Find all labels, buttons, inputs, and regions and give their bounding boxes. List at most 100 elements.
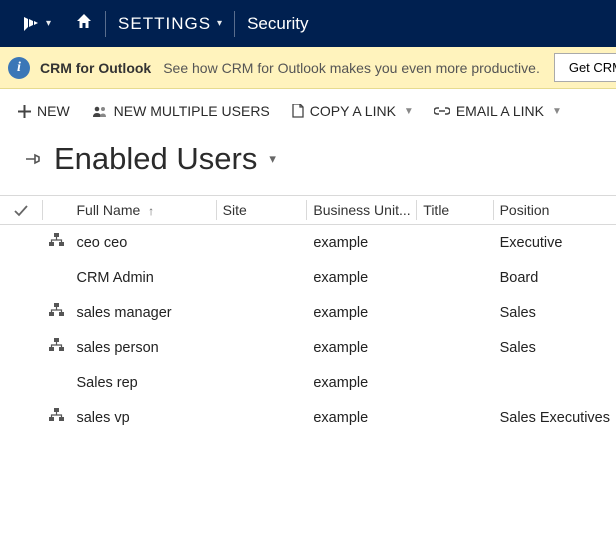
cell-site xyxy=(217,330,308,365)
cell-site xyxy=(217,295,308,330)
cell-full-name[interactable]: ceo ceo xyxy=(70,225,216,261)
cell-position[interactable]: Executive xyxy=(494,225,616,261)
home-icon xyxy=(75,12,93,35)
new-multiple-users-button[interactable]: NEW MULTIPLE USERS xyxy=(92,103,270,119)
crm-outlook-banner: i CRM for Outlook See how CRM for Outloo… xyxy=(0,47,616,89)
column-label: Site xyxy=(223,202,247,218)
cell-position[interactable]: Sales Executives xyxy=(494,400,616,435)
email-link-button[interactable]: EMAIL A LINK xyxy=(434,103,544,119)
users-icon xyxy=(92,105,108,118)
cell-position[interactable]: Sales xyxy=(494,330,616,365)
table-row[interactable]: Sales rep example xyxy=(0,365,616,400)
cell-title xyxy=(417,365,493,400)
sort-asc-icon: ↑ xyxy=(148,204,154,218)
cell-site xyxy=(217,365,308,400)
org-chart-icon xyxy=(49,338,64,353)
row-icon-cell xyxy=(43,225,71,261)
cell-title xyxy=(417,225,493,261)
document-icon xyxy=(292,104,304,118)
row-icon-cell xyxy=(43,295,71,330)
nav-settings-label: SETTINGS xyxy=(118,14,211,34)
column-header-position[interactable]: Position xyxy=(494,196,616,225)
nav-area-settings[interactable]: SETTINGS ▾ xyxy=(106,0,234,47)
column-label: Business Unit... xyxy=(313,202,410,218)
table-row[interactable]: ceo ceo example Executive xyxy=(0,225,616,261)
row-icon-cell xyxy=(43,330,71,365)
new-label: NEW xyxy=(37,103,70,119)
cell-position[interactable]: Board xyxy=(494,260,616,295)
view-selector-dropdown[interactable]: ▾ xyxy=(269,151,276,167)
nav-subarea-security[interactable]: Security xyxy=(235,0,320,47)
org-chart-icon xyxy=(49,303,64,318)
column-header-fullname[interactable]: Full Name ↑ xyxy=(70,196,216,225)
banner-title: CRM for Outlook xyxy=(40,60,151,76)
link-icon xyxy=(434,106,450,116)
cell-business-unit[interactable]: example xyxy=(307,225,417,261)
email-link-label: EMAIL A LINK xyxy=(456,103,544,119)
cell-business-unit[interactable]: example xyxy=(307,400,417,435)
info-icon: i xyxy=(8,57,30,79)
org-chart-icon xyxy=(49,408,64,423)
cell-position[interactable] xyxy=(494,365,616,400)
column-header-site[interactable]: Site xyxy=(217,196,308,225)
row-select-cell[interactable] xyxy=(0,295,43,330)
row-select-cell[interactable] xyxy=(0,365,43,400)
checkmark-icon xyxy=(6,204,37,217)
table-row[interactable]: sales manager example Sales xyxy=(0,295,616,330)
nav-security-label: Security xyxy=(247,14,308,34)
cell-site xyxy=(217,400,308,435)
select-all-header[interactable] xyxy=(0,196,43,225)
org-chart-icon xyxy=(49,233,64,248)
table-row[interactable]: sales person example Sales xyxy=(0,330,616,365)
cell-business-unit[interactable]: example xyxy=(307,365,417,400)
cell-title xyxy=(417,260,493,295)
column-label: Position xyxy=(500,202,550,218)
cell-full-name[interactable]: sales manager xyxy=(70,295,216,330)
cell-full-name[interactable]: sales person xyxy=(70,330,216,365)
column-header-title[interactable]: Title xyxy=(417,196,493,225)
view-header: Enabled Users ▾ xyxy=(0,127,616,195)
new-multiple-label: NEW MULTIPLE USERS xyxy=(114,103,270,119)
dynamics-logo-icon xyxy=(22,15,40,33)
table-row[interactable]: sales vp example Sales Executives xyxy=(0,400,616,435)
copy-link-dropdown[interactable]: ▼ xyxy=(404,106,414,117)
copy-link-button[interactable]: COPY A LINK xyxy=(292,103,396,119)
row-icon-cell xyxy=(43,365,71,400)
cell-full-name[interactable]: Sales rep xyxy=(70,365,216,400)
cell-title xyxy=(417,400,493,435)
chevron-down-icon: ▾ xyxy=(46,18,51,29)
cell-full-name[interactable]: sales vp xyxy=(70,400,216,435)
view-title: Enabled Users xyxy=(54,141,257,177)
row-icon-cell xyxy=(43,260,71,295)
new-button[interactable]: NEW xyxy=(18,103,70,119)
pin-icon[interactable] xyxy=(24,150,42,168)
get-crm-outlook-button[interactable]: Get CRM for Outlook xyxy=(554,53,616,82)
top-nav: ▾ SETTINGS ▾ Security xyxy=(0,0,616,47)
cell-business-unit[interactable]: example xyxy=(307,295,417,330)
users-grid: Full Name ↑ Site Business Unit... Title … xyxy=(0,195,616,435)
copy-link-label: COPY A LINK xyxy=(310,103,396,119)
cell-title xyxy=(417,330,493,365)
cell-business-unit[interactable]: example xyxy=(307,330,417,365)
cell-title xyxy=(417,295,493,330)
table-row[interactable]: CRM Admin example Board xyxy=(0,260,616,295)
banner-text: See how CRM for Outlook makes you even m… xyxy=(163,60,540,76)
home-button[interactable] xyxy=(63,0,105,47)
column-header-business-unit[interactable]: Business Unit... xyxy=(307,196,417,225)
cell-site xyxy=(217,260,308,295)
logo-menu[interactable]: ▾ xyxy=(10,0,63,47)
cell-site xyxy=(217,225,308,261)
row-select-cell[interactable] xyxy=(0,330,43,365)
cell-full-name[interactable]: CRM Admin xyxy=(70,260,216,295)
chevron-down-icon: ▾ xyxy=(217,18,222,29)
row-select-cell[interactable] xyxy=(0,260,43,295)
cell-position[interactable]: Sales xyxy=(494,295,616,330)
row-select-cell[interactable] xyxy=(0,225,43,261)
icon-column-header xyxy=(43,196,71,225)
cell-business-unit[interactable]: example xyxy=(307,260,417,295)
plus-icon xyxy=(18,105,31,118)
email-link-dropdown[interactable]: ▼ xyxy=(552,106,562,117)
command-bar: NEW NEW MULTIPLE USERS COPY A LINK ▼ EMA… xyxy=(0,89,616,127)
row-select-cell[interactable] xyxy=(0,400,43,435)
row-icon-cell xyxy=(43,400,71,435)
